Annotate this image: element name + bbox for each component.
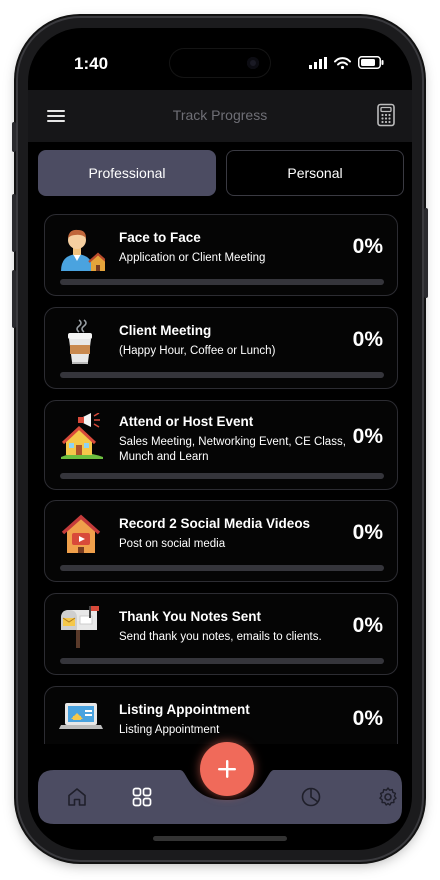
activity-progress-bar	[60, 658, 384, 664]
status-icons	[309, 56, 384, 69]
activity-percent: 0%	[352, 425, 383, 448]
activity-progress-bar	[60, 279, 384, 285]
activity-percent: 0%	[352, 328, 383, 351]
add-activity-button[interactable]	[200, 742, 254, 796]
activity-card-thank-you-notes[interactable]: Thank You Notes Sent Send thank you note…	[44, 593, 398, 675]
cellular-signal-icon	[309, 56, 327, 69]
grid-icon[interactable]	[130, 785, 154, 809]
activity-progress-bar	[60, 473, 384, 479]
activity-percent: 0%	[352, 521, 383, 544]
plus-icon	[218, 760, 236, 778]
activity-subtitle: (Happy Hour, Coffee or Lunch)	[119, 345, 276, 357]
home-indicator	[153, 836, 287, 841]
tab-professional[interactable]: Professional	[38, 150, 216, 196]
dynamic-island	[169, 48, 271, 78]
volume-up-button	[12, 194, 16, 252]
activity-percent: 0%	[352, 614, 383, 637]
activity-subtitle: Listing Appointment	[119, 724, 220, 736]
activity-percent: 0%	[352, 235, 383, 258]
activity-progress-bar	[60, 372, 384, 378]
wifi-icon	[334, 56, 351, 69]
pie-chart-icon[interactable]	[299, 785, 323, 809]
status-bar: 1:40	[28, 28, 412, 90]
activity-subtitle: Sales Meeting, Networking Event, CE Clas…	[119, 436, 346, 463]
activity-title: Attend or Host Event	[119, 414, 254, 429]
activity-title: Thank You Notes Sent	[119, 609, 262, 624]
activity-list[interactable]: Face to Face Application or Client Meeti…	[44, 214, 398, 744]
activity-card-listing-appointment[interactable]: Listing Appointment Listing Appointment …	[44, 686, 398, 744]
activity-card-client-meeting[interactable]: Client Meeting (Happy Hour, Coffee or Lu…	[44, 307, 398, 389]
activity-subtitle: Send thank you notes, emails to clients.	[119, 631, 322, 643]
page-title: Track Progress	[172, 107, 268, 123]
tab-personal[interactable]: Personal	[226, 150, 404, 196]
volume-down-button	[12, 270, 16, 328]
activity-progress-bar	[60, 565, 384, 571]
mute-switch	[12, 122, 16, 152]
activity-title: Record 2 Social Media Videos	[119, 516, 311, 531]
bottom-navigation	[38, 742, 402, 824]
activity-card-social-videos[interactable]: Record 2 Social Media Videos Post on soc…	[44, 500, 398, 582]
camera-icon	[247, 57, 259, 69]
activity-title: Listing Appointment	[119, 702, 250, 717]
activity-subtitle: Post on social media	[119, 538, 226, 550]
app-screen: 1:40 Track Progress Professional Persona…	[28, 28, 412, 850]
category-tabs: Professional Personal	[38, 150, 404, 198]
activity-card-attend-event[interactable]: Attend or Host Event Sales Meeting, Netw…	[44, 400, 398, 490]
home-icon[interactable]	[65, 785, 89, 809]
battery-icon	[358, 56, 384, 69]
coffee-cup-icon	[68, 319, 92, 364]
house-video-icon	[61, 514, 101, 553]
activity-percent: 0%	[352, 707, 383, 730]
mailbox-icon	[61, 606, 99, 648]
house-megaphone-icon	[61, 413, 103, 459]
power-button	[424, 208, 428, 298]
activity-title: Face to Face	[119, 230, 201, 245]
settings-gear-icon[interactable]	[376, 785, 400, 809]
laptop-listing-icon	[59, 703, 103, 729]
phone-frame: 1:40 Track Progress Professional Persona…	[12, 18, 428, 860]
activity-title: Client Meeting	[119, 323, 212, 338]
status-time: 1:40	[74, 54, 109, 73]
activity-subtitle: Application or Client Meeting	[119, 252, 266, 264]
activity-card-face-to-face[interactable]: Face to Face Application or Client Meeti…	[44, 214, 398, 296]
calculator-icon[interactable]	[376, 103, 396, 127]
person-house-icon	[61, 229, 105, 271]
app-header: Track Progress	[28, 90, 412, 142]
